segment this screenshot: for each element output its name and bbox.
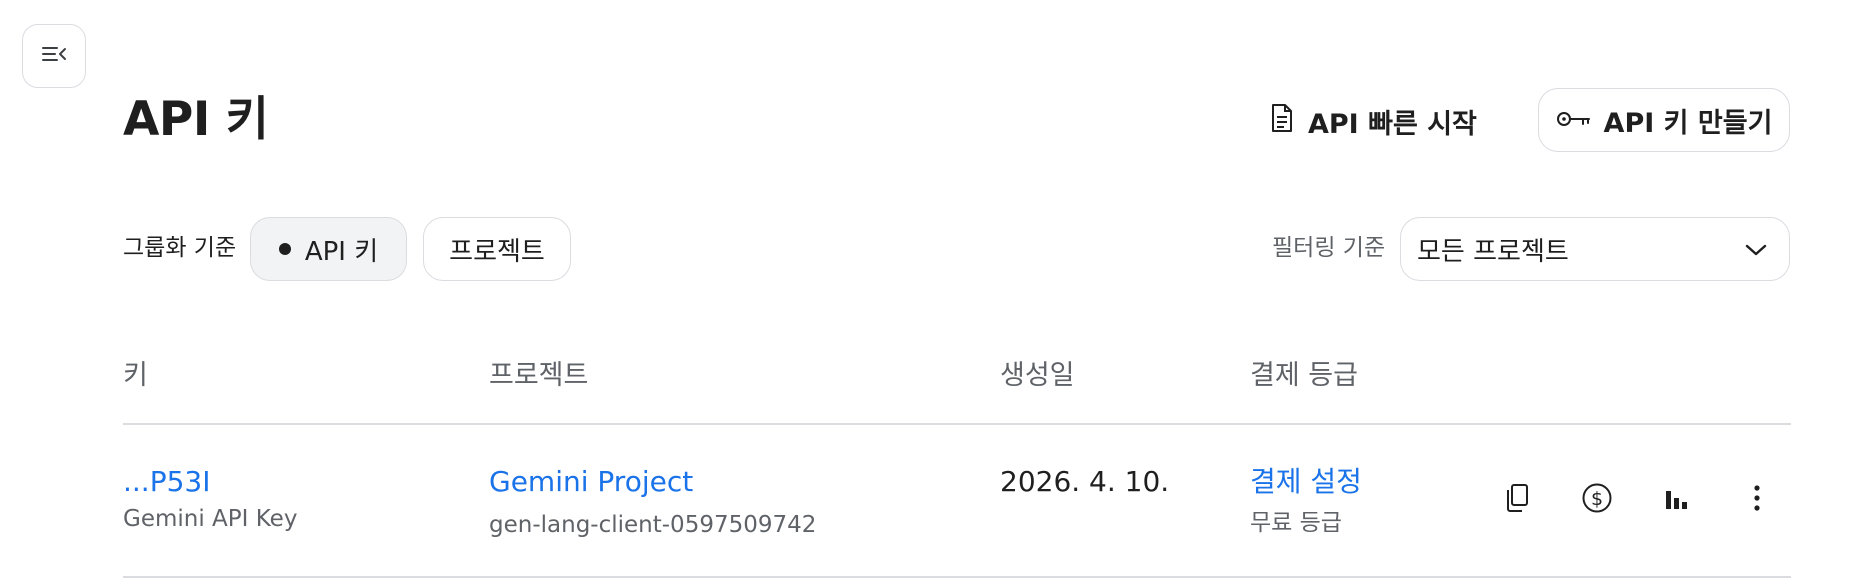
- header-divider: [123, 423, 1791, 425]
- group-by-project-chip[interactable]: 프로젝트: [423, 217, 571, 281]
- chip-label: API 키: [304, 236, 379, 267]
- bar-chart-icon: [1664, 485, 1690, 515]
- project-id: gen-lang-client-0597509742: [489, 512, 817, 538]
- selected-dot-icon: [278, 243, 291, 255]
- api-key-link[interactable]: ...P53I: [123, 462, 210, 502]
- project-filter-select[interactable]: 모든 프로젝트: [1400, 217, 1790, 281]
- created-date: 2026. 4. 10.: [1000, 465, 1170, 498]
- key-icon: [1556, 105, 1592, 136]
- column-header-created: 생성일: [1000, 360, 1075, 391]
- copy-icon: [1504, 483, 1530, 517]
- usage-button[interactable]: [1653, 476, 1701, 524]
- project-link[interactable]: Gemini Project: [489, 462, 693, 502]
- document-icon: [1270, 103, 1294, 140]
- more-vert-icon: [1753, 484, 1761, 516]
- api-keys-page: API 키 API 빠른 시작 API 키 만들기 그룹화 기준 API 키 프…: [0, 0, 1852, 588]
- row-divider: [123, 576, 1791, 578]
- more-options-button[interactable]: [1733, 476, 1781, 524]
- column-header-key: 키: [123, 360, 148, 391]
- billing-setup-link[interactable]: 결제 설정: [1250, 462, 1362, 502]
- dollar-icon: $: [1581, 482, 1613, 518]
- chevron-down-icon: [1745, 234, 1767, 264]
- group-by-api-key-chip[interactable]: API 키: [250, 217, 407, 281]
- create-api-key-label: API 키 만들기: [1603, 107, 1773, 139]
- api-quickstart-button[interactable]: API 빠른 시작: [1270, 96, 1477, 146]
- page-title: API 키: [123, 92, 269, 147]
- filter-by-label: 필터링 기준: [1272, 235, 1386, 261]
- copy-key-button[interactable]: [1493, 476, 1541, 524]
- filter-value: 모든 프로젝트: [1417, 236, 1569, 267]
- api-key-name: Gemini API Key: [123, 506, 298, 532]
- group-by-label: 그룹화 기준: [123, 235, 237, 261]
- sidebar-toggle-button[interactable]: [22, 24, 86, 88]
- create-api-key-button[interactable]: API 키 만들기: [1538, 88, 1790, 152]
- billing-button[interactable]: $: [1573, 476, 1621, 524]
- menu-collapse-icon: [41, 44, 67, 68]
- chip-label: 프로젝트: [449, 236, 545, 267]
- column-header-project: 프로젝트: [489, 360, 589, 391]
- api-quickstart-label: API 빠른 시작: [1308, 108, 1477, 140]
- column-header-billing-tier: 결제 등급: [1250, 360, 1358, 391]
- svg-text:$: $: [1591, 488, 1603, 510]
- billing-tier: 무료 등급: [1250, 510, 1342, 536]
